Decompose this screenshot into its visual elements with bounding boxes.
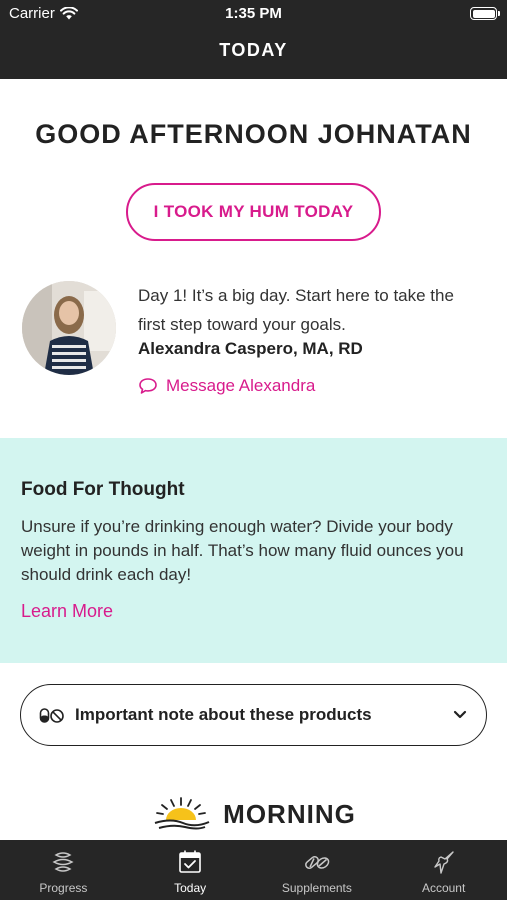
morning-label: MORNING <box>223 798 356 829</box>
fft-title: Food For Thought <box>21 479 185 500</box>
tab-progress[interactable]: Progress <box>0 840 127 900</box>
pills-icon <box>304 856 330 869</box>
tab-supplements[interactable]: Supplements <box>254 840 381 900</box>
coach-message: Day 1! It’s a big day. Start here to tak… <box>138 286 454 334</box>
tab-today[interactable]: Today <box>127 840 254 900</box>
coach-photo <box>22 281 116 375</box>
coach-avatar <box>22 281 116 375</box>
morning-section-header: MORNING <box>0 796 507 832</box>
page-title: TODAY <box>219 40 288 60</box>
tab-account[interactable]: Account <box>380 840 507 900</box>
tab-supplements-label: Supplements <box>281 881 352 895</box>
important-note-label: Important note about these products <box>75 705 372 724</box>
chevron-down-icon <box>453 710 467 719</box>
top-header: Carrier 1:35 PM TODAY <box>0 0 507 79</box>
important-note-dropdown[interactable]: Important note about these products <box>20 684 487 746</box>
took-hum-button[interactable]: I TOOK MY HUM TODAY <box>126 183 381 241</box>
greeting-heading: GOOD AFTERNOON JOHNATAN <box>35 119 472 149</box>
pill-prohibited-icon <box>39 708 64 723</box>
battery-icon <box>470 7 500 20</box>
status-bar: Carrier 1:35 PM <box>0 0 507 28</box>
food-for-thought-card: Food For Thought Unsure if you’re drinki… <box>0 438 507 663</box>
progress-icon <box>52 852 74 872</box>
tab-today-label: Today <box>174 881 207 895</box>
hummingbird-icon <box>433 851 454 874</box>
tab-account-label: Account <box>421 881 466 895</box>
learn-more-link[interactable]: Learn More <box>21 601 113 622</box>
coach-name: Alexandra Caspero, MA, RD <box>138 339 363 358</box>
tab-progress-label: Progress <box>39 881 88 895</box>
sunrise-icon <box>154 797 210 830</box>
tab-bar: Progress Today Supplements Account <box>0 840 507 900</box>
message-link-label: Message Alexandra <box>166 376 316 395</box>
status-time: 1:35 PM <box>225 5 282 22</box>
calendar-check-icon <box>179 850 201 873</box>
chat-bubble-icon <box>139 378 157 394</box>
message-coach-link[interactable]: Message Alexandra <box>138 376 315 396</box>
fft-body: Unsure if you’re drinking enough water? … <box>21 517 464 584</box>
